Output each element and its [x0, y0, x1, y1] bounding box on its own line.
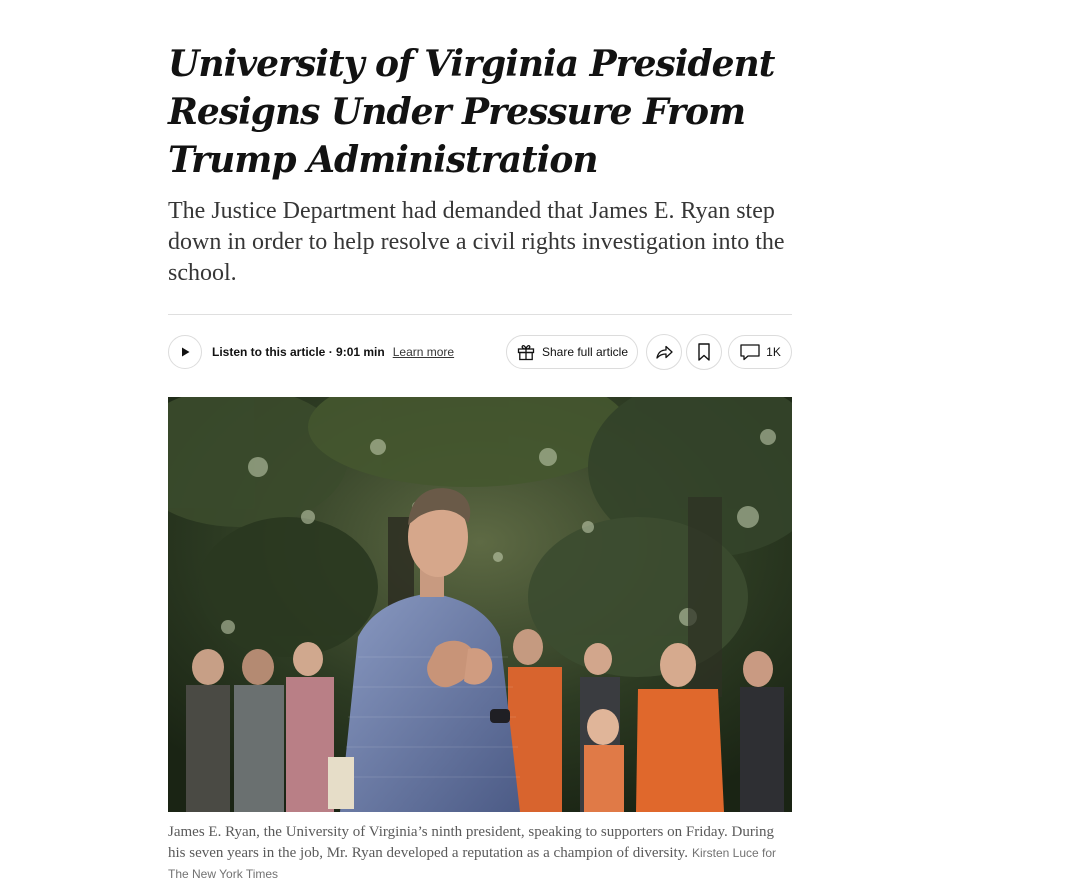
- play-button[interactable]: [168, 335, 202, 369]
- divider: [168, 314, 792, 315]
- listen-separator: ·: [325, 345, 337, 359]
- caption-text: James E. Ryan, the University of Virgini…: [168, 824, 775, 861]
- article-toolbar: Listen to this article · 9:01 min Learn …: [168, 334, 792, 370]
- comment-icon: [740, 344, 760, 361]
- listen-info: Listen to this article · 9:01 min Learn …: [212, 334, 454, 370]
- share-full-article-button[interactable]: Share full article: [506, 335, 638, 369]
- listen-label: Listen to this article: [212, 345, 326, 359]
- play-icon: [182, 347, 190, 357]
- share-arrow-icon: [656, 345, 673, 359]
- bookmark-icon: [698, 343, 710, 361]
- comments-button[interactable]: 1K: [728, 335, 792, 369]
- headline: University of Virginia President Resigns…: [168, 43, 775, 181]
- article-header: University of Virginia President Resigns…: [168, 40, 792, 289]
- comments-count: 1K: [766, 345, 781, 359]
- learn-more-link[interactable]: Learn more: [393, 345, 454, 359]
- save-bookmark-button[interactable]: [686, 334, 722, 370]
- share-full-article-label: Share full article: [541, 345, 629, 359]
- gift-icon: [517, 344, 535, 361]
- article-photo: [168, 397, 792, 812]
- article-summary: The Justice Department had demanded that…: [168, 198, 785, 286]
- photo-caption: James E. Ryan, the University of Virgini…: [168, 822, 778, 885]
- share-button[interactable]: [646, 334, 682, 370]
- listen-duration: 9:01 min: [336, 345, 385, 359]
